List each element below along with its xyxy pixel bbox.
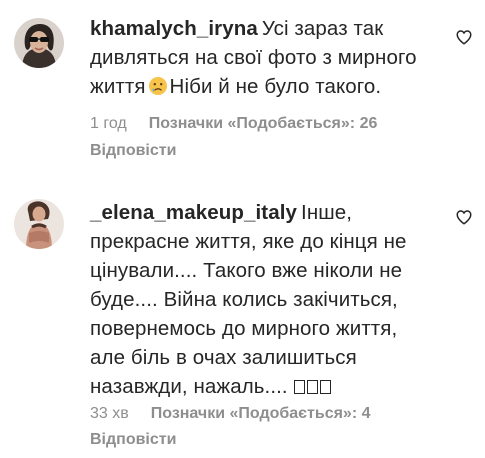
reply-button[interactable]: Відповісти	[90, 429, 176, 451]
comment-meta: 1 год Позначки «Подобається»: 26	[90, 113, 377, 135]
comment-body: Інше, прекрасне життя, яке до кінця не ц…	[90, 201, 407, 398]
comment-text: khamalych_iryna Усі зараз так дивляться н…	[90, 14, 430, 101]
like-heart-icon[interactable]	[455, 28, 473, 46]
sad-face-emoji-icon	[148, 77, 167, 95]
comment-time[interactable]: 33 хв	[90, 405, 129, 422]
comment-username[interactable]: _elena_makeup_italy	[90, 201, 297, 224]
unrendered-glyph	[293, 380, 305, 394]
comment-time[interactable]: 1 год	[90, 115, 127, 132]
unrendered-glyph	[306, 380, 318, 394]
unrendered-glyphs	[293, 375, 333, 398]
comment-username[interactable]: khamalych_iryna	[90, 17, 258, 40]
comment-body-continued: Ніби й не було такого.	[169, 75, 382, 98]
unrendered-glyph	[319, 380, 331, 394]
likes-count[interactable]: Позначки «Подобається»: 4	[151, 405, 371, 422]
reply-button[interactable]: Відповісти	[90, 140, 176, 162]
likes-count[interactable]: Позначки «Подобається»: 26	[149, 115, 378, 132]
avatar[interactable]	[14, 199, 64, 249]
comment-text: _elena_makeup_italy Інше, прекрасне життя…	[90, 198, 430, 401]
like-heart-icon[interactable]	[455, 208, 473, 226]
avatar[interactable]	[14, 18, 64, 68]
comment-meta: 33 хв Позначки «Подобається»: 4	[90, 403, 371, 425]
